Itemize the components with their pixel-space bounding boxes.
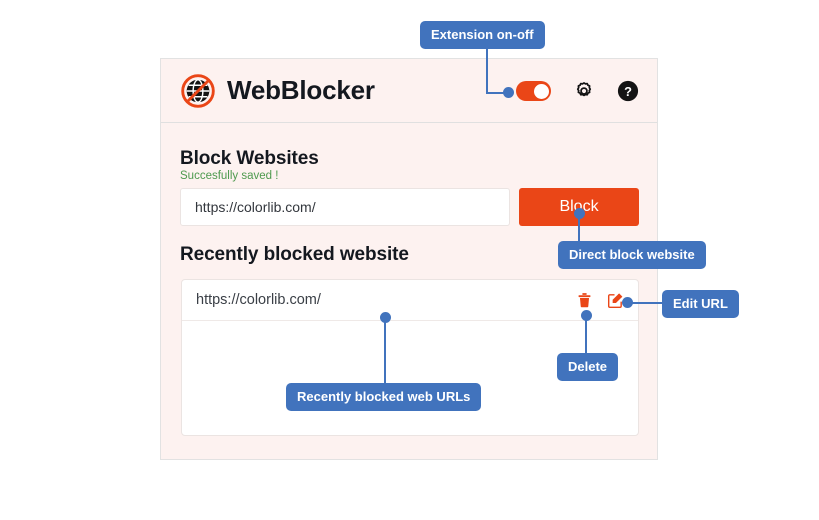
blocked-globe-icon (180, 73, 216, 109)
annotation-edit-url: Edit URL (662, 290, 739, 318)
extension-header: WebBlocker ? (161, 59, 657, 123)
recently-blocked-heading: Recently blocked website (180, 244, 409, 265)
annotation-extension-on-off-dot (503, 87, 514, 98)
gear-icon[interactable] (573, 80, 595, 102)
annotation-extension-on-off-line-vertical (486, 48, 488, 94)
list-item: https://colorlib.com/ (182, 280, 638, 321)
toggle-knob (533, 83, 549, 99)
annotation-extension-on-off: Extension on-off (420, 21, 545, 49)
extension-power-toggle[interactable] (516, 81, 551, 101)
annotation-direct-block-dot (574, 208, 585, 219)
app-title: WebBlocker (227, 75, 375, 105)
header-controls: ? (516, 59, 639, 123)
brand: WebBlocker (180, 73, 375, 109)
annotation-direct-block-website: Direct block website (558, 241, 706, 269)
annotation-edit-url-line (632, 302, 664, 304)
block-url-input[interactable] (180, 188, 510, 226)
annotation-recently-blocked-web-urls: Recently blocked web URLs (286, 383, 482, 411)
annotation-delete: Delete (557, 353, 619, 381)
status-message: Succesfully saved ! (180, 170, 279, 182)
row-actions (576, 292, 624, 309)
question-mark-icon[interactable]: ? (617, 80, 639, 102)
svg-text:?: ? (624, 84, 632, 99)
annotation-recent-urls-line (384, 320, 386, 383)
trash-icon[interactable] (576, 292, 593, 309)
annotation-delete-line (585, 318, 587, 353)
blocked-url-text: https://colorlib.com/ (196, 292, 321, 308)
block-websites-heading: Block Websites (180, 148, 319, 169)
